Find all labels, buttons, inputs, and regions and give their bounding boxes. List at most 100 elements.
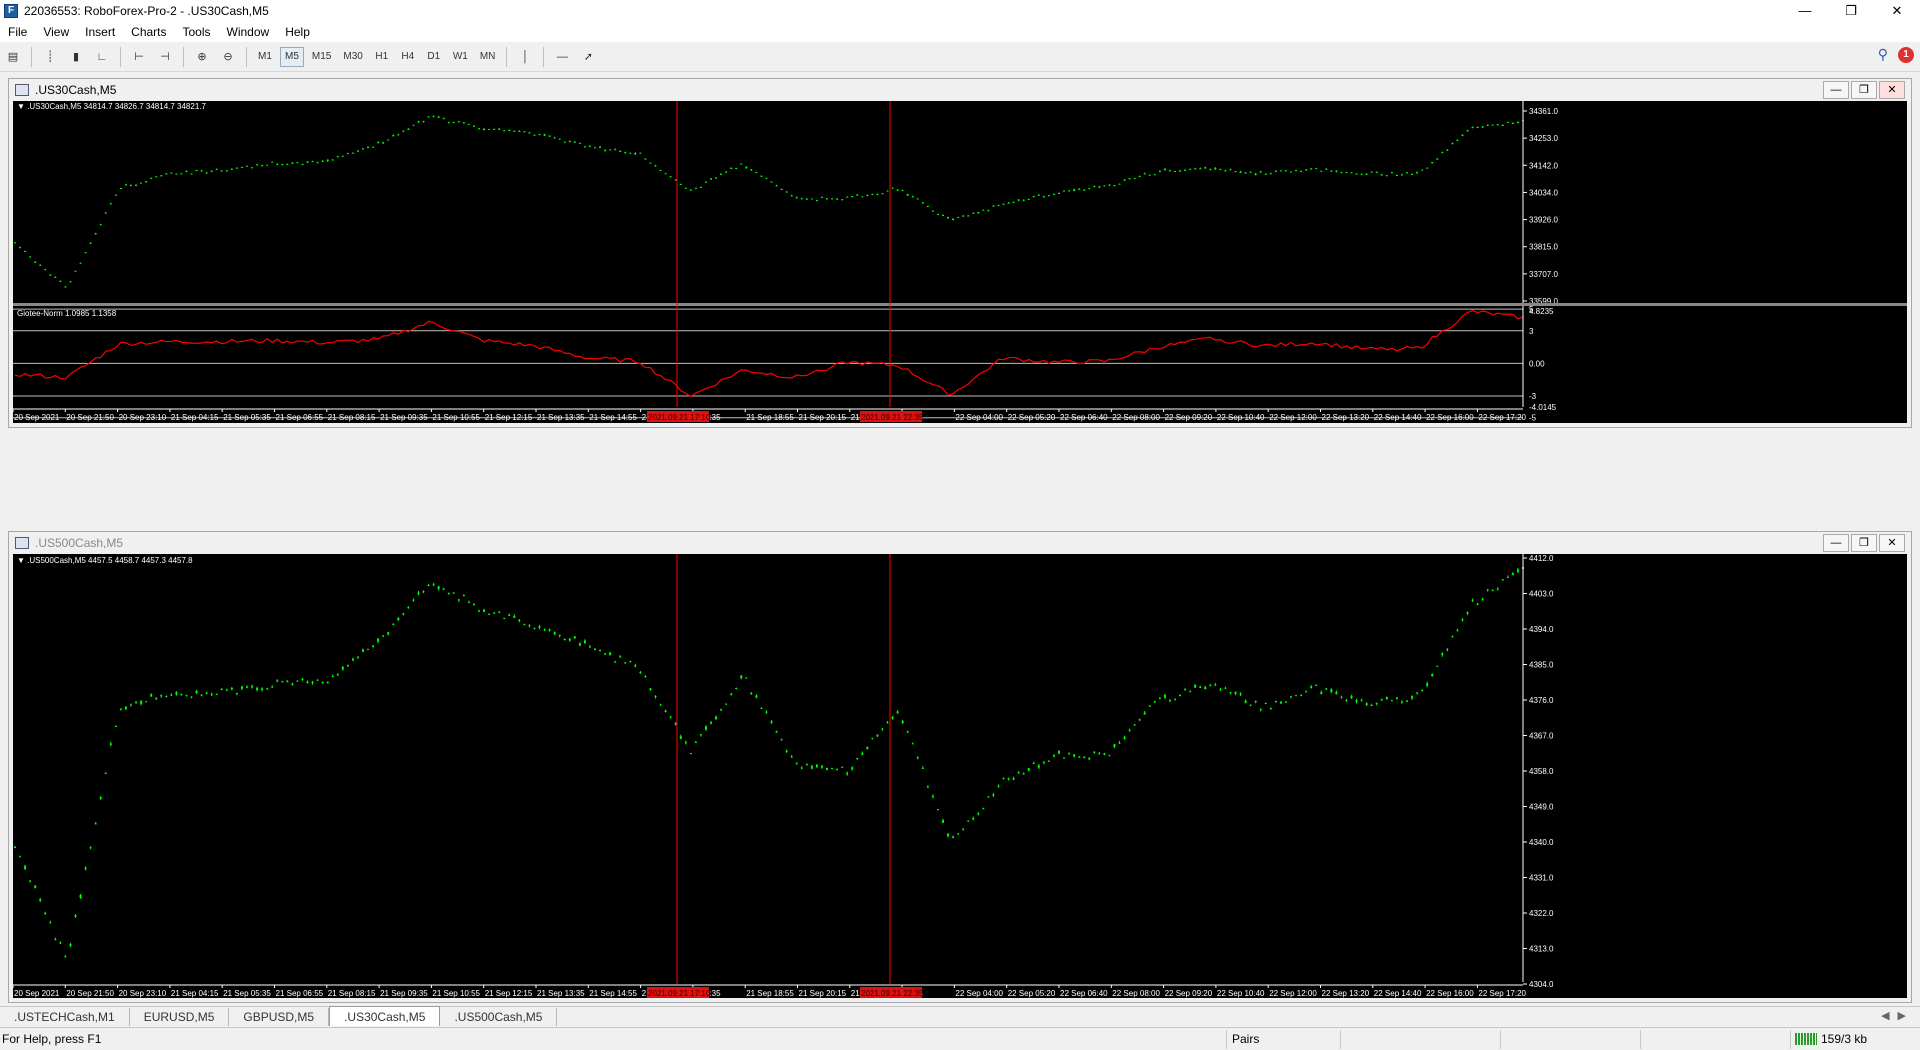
maximize-icon[interactable]: ❐	[1851, 81, 1877, 99]
us500-candle	[195, 690, 198, 694]
menu-help[interactable]: Help	[277, 25, 318, 39]
timeframe-m5[interactable]: M5	[280, 46, 304, 67]
status-profile[interactable]: Pairs	[1232, 1032, 1259, 1046]
us30-candle	[548, 135, 551, 137]
us30-candle	[820, 196, 823, 198]
vertical-line-icon[interactable]: │	[514, 46, 536, 68]
minimize-icon[interactable]: —	[1782, 0, 1828, 22]
menu-insert[interactable]: Insert	[77, 25, 123, 39]
us30-candle	[573, 141, 576, 143]
us500-candle	[39, 899, 42, 901]
tab-us500cash-m5[interactable]: .US500Cash,M5	[440, 1008, 558, 1026]
us30-candle	[1254, 173, 1257, 175]
us30-candle	[478, 128, 480, 130]
us30-candle	[896, 189, 899, 191]
search-icon[interactable]: ⚲	[1878, 46, 1888, 63]
us500-candle	[447, 593, 450, 595]
us500-candle	[699, 734, 702, 736]
restore-icon[interactable]: ❐	[1828, 0, 1874, 22]
us30-candle	[351, 152, 354, 154]
menu-bar: File View Insert Charts Tools Window Hel…	[0, 22, 1920, 42]
us30-candle	[346, 153, 349, 155]
candlestick-chart-icon[interactable]: ▮	[65, 46, 87, 68]
maximize-icon[interactable]: ❐	[1851, 534, 1877, 552]
us500-candle	[820, 766, 823, 768]
time-label: 20 Sep 2021	[14, 413, 60, 422]
bar-chart-icon[interactable]: ┊	[39, 46, 61, 68]
trendline-icon[interactable]: ➚	[577, 46, 599, 68]
timeframe-mn[interactable]: MN	[476, 47, 500, 67]
us500-candle	[341, 666, 344, 670]
us500-candle	[130, 704, 132, 706]
line-chart-icon[interactable]: ∟	[91, 46, 113, 68]
timeframe-h1[interactable]: H1	[371, 47, 393, 67]
us30-candle	[1224, 170, 1227, 172]
us30-candle	[699, 187, 702, 189]
us500-candle	[942, 820, 944, 823]
menu-tools[interactable]: Tools	[175, 25, 219, 39]
us500-candle	[694, 741, 697, 743]
us500-candle	[190, 696, 193, 698]
chart-canvas-us30[interactable]: 34361.0 34253.0 34142.0 34034.0 33926.0 33815…	[13, 101, 1907, 423]
tab-gbpusd-m5[interactable]: GBPUSD,M5	[229, 1008, 330, 1026]
cursor-date-label: 2021.09.21 22:35	[861, 413, 924, 422]
us500-candle	[49, 922, 52, 924]
zoom-in-icon[interactable]: ⊕	[191, 46, 213, 68]
horizontal-line-icon[interactable]: —	[551, 46, 573, 68]
minimize-icon[interactable]: —	[1823, 81, 1849, 99]
tab-ustechcash-m1[interactable]: .USTECHCash,M1	[0, 1008, 130, 1026]
chart-window-titlebar[interactable]: .US30Cash,M5 — ❐ ✕	[9, 79, 1911, 101]
us500-candle	[1269, 707, 1272, 710]
us30-candle	[654, 165, 657, 167]
price-label: 4331.0	[1529, 874, 1554, 883]
menu-window[interactable]: Window	[219, 25, 278, 39]
tab-us30cash-m5[interactable]: .US30Cash,M5	[329, 1006, 441, 1026]
us500-candle	[467, 601, 470, 603]
menu-charts[interactable]: Charts	[123, 25, 174, 39]
us30-candle	[533, 134, 536, 136]
chart-shift-icon[interactable]: ⊢	[128, 46, 150, 68]
zoom-out-icon[interactable]: ⊖	[217, 46, 239, 68]
us500-candle	[674, 722, 677, 725]
us500-candle	[1073, 754, 1076, 757]
timeframe-h4[interactable]: H4	[397, 47, 419, 67]
tab-scroll-arrows[interactable]: ◀▶	[1881, 1009, 1914, 1022]
us30-candle	[1002, 203, 1005, 205]
market-watch-icon[interactable]: ▤	[2, 46, 24, 68]
menu-view[interactable]: View	[35, 25, 77, 39]
us500-candle	[119, 708, 122, 710]
close-icon[interactable]: ✕	[1879, 534, 1905, 552]
close-icon[interactable]: ✕	[1874, 0, 1920, 22]
timeframe-m1[interactable]: M1	[254, 47, 276, 67]
notification-badge[interactable]: 1	[1898, 46, 1914, 63]
us30-candle	[432, 116, 435, 118]
close-icon[interactable]: ✕	[1879, 81, 1905, 99]
timeframe-w1[interactable]: W1	[449, 47, 472, 67]
timeframe-m15[interactable]: M15	[308, 47, 335, 67]
time-label: 2	[642, 413, 647, 422]
autoscroll-icon[interactable]: ⊣	[154, 46, 176, 68]
us500-candle	[79, 894, 82, 898]
time-label: 21 Sep 04:15	[171, 413, 219, 422]
minimize-icon[interactable]: —	[1823, 534, 1849, 552]
us500-candle	[1047, 760, 1050, 762]
chart-window-titlebar[interactable]: .US500Cash,M5 — ❐ ✕	[9, 532, 1911, 554]
us500-candle	[1103, 753, 1106, 755]
timeframe-d1[interactable]: D1	[423, 47, 445, 67]
us30-candle	[1431, 162, 1434, 164]
us500-candle	[437, 586, 440, 589]
tab-eurusd-m5[interactable]: EURUSD,M5	[130, 1008, 230, 1026]
chart-canvas-us500[interactable]: 4412.0 4403.0 4394.0 4385.0 4376.0 4367.0 4358…	[13, 554, 1907, 998]
time-label: 21 Sep 20:15	[799, 413, 847, 422]
us30-candle	[1284, 170, 1287, 172]
us500-candle	[952, 836, 955, 838]
menu-file[interactable]: File	[0, 25, 35, 39]
us500-candle	[1511, 573, 1514, 576]
us500-candle	[1516, 569, 1519, 572]
time-label: 21 Sep 08:15	[328, 413, 376, 422]
us500-candle	[1068, 753, 1071, 755]
us30-candle	[457, 121, 460, 123]
timeframe-m30[interactable]: M30	[339, 47, 366, 67]
us30-candle	[861, 196, 864, 198]
connection-status-icon[interactable]	[1795, 1033, 1817, 1045]
